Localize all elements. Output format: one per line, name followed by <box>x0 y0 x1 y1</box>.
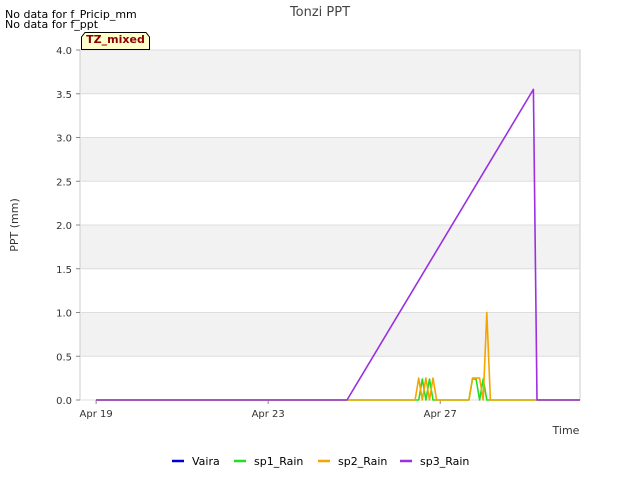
y-tick-label: 4.0 <box>56 46 72 57</box>
y-tick-label: 0.5 <box>56 352 72 363</box>
y-axis-label: PPT (mm) <box>8 198 21 252</box>
series-line-sp1-rain <box>96 378 580 401</box>
y-tick-label: 1.5 <box>56 265 72 276</box>
x-axis-label: Time <box>552 424 580 437</box>
chart-svg: 0.0 0.5 1.0 1.5 2.0 2.5 3.0 3.5 4.0 Apr 19 Apr 23… <box>8 5 581 468</box>
y-tick-label: 1.0 <box>56 309 72 320</box>
x-tick-label: Apr 19 <box>80 409 113 420</box>
y-tick-label: 3.0 <box>56 134 72 145</box>
x-tick-label: Apr 23 <box>252 409 285 420</box>
plot-band <box>80 312 580 357</box>
legend: Vaira sp1_Rain sp2_Rain sp3_Rain <box>172 455 469 468</box>
legend-label: sp1_Rain <box>254 455 303 468</box>
legend-label: Vaira <box>192 455 220 468</box>
plot-band <box>80 225 580 269</box>
y-tick-label: 3.5 <box>56 90 72 101</box>
legend-label: sp3_Rain <box>420 455 469 468</box>
plot-band <box>80 50 580 94</box>
y-tick-labels: 0.0 0.5 1.0 1.5 2.0 2.5 3.0 3.5 4.0 <box>56 46 72 407</box>
y-tick-label: 2.5 <box>56 177 72 188</box>
plot-band <box>80 137 580 182</box>
plot-background-bands <box>80 50 580 357</box>
x-tick-label: Apr 27 <box>424 409 457 420</box>
site-badge: TZ_mixed <box>86 33 145 46</box>
y-tick-label: 0.0 <box>56 396 72 407</box>
chart-title: Tonzi PPT <box>289 5 350 20</box>
legend-label: sp2_Rain <box>338 455 387 468</box>
y-tick-label: 2.0 <box>56 221 72 232</box>
x-tick-labels: Apr 19 Apr 23 Apr 27 <box>80 409 457 420</box>
